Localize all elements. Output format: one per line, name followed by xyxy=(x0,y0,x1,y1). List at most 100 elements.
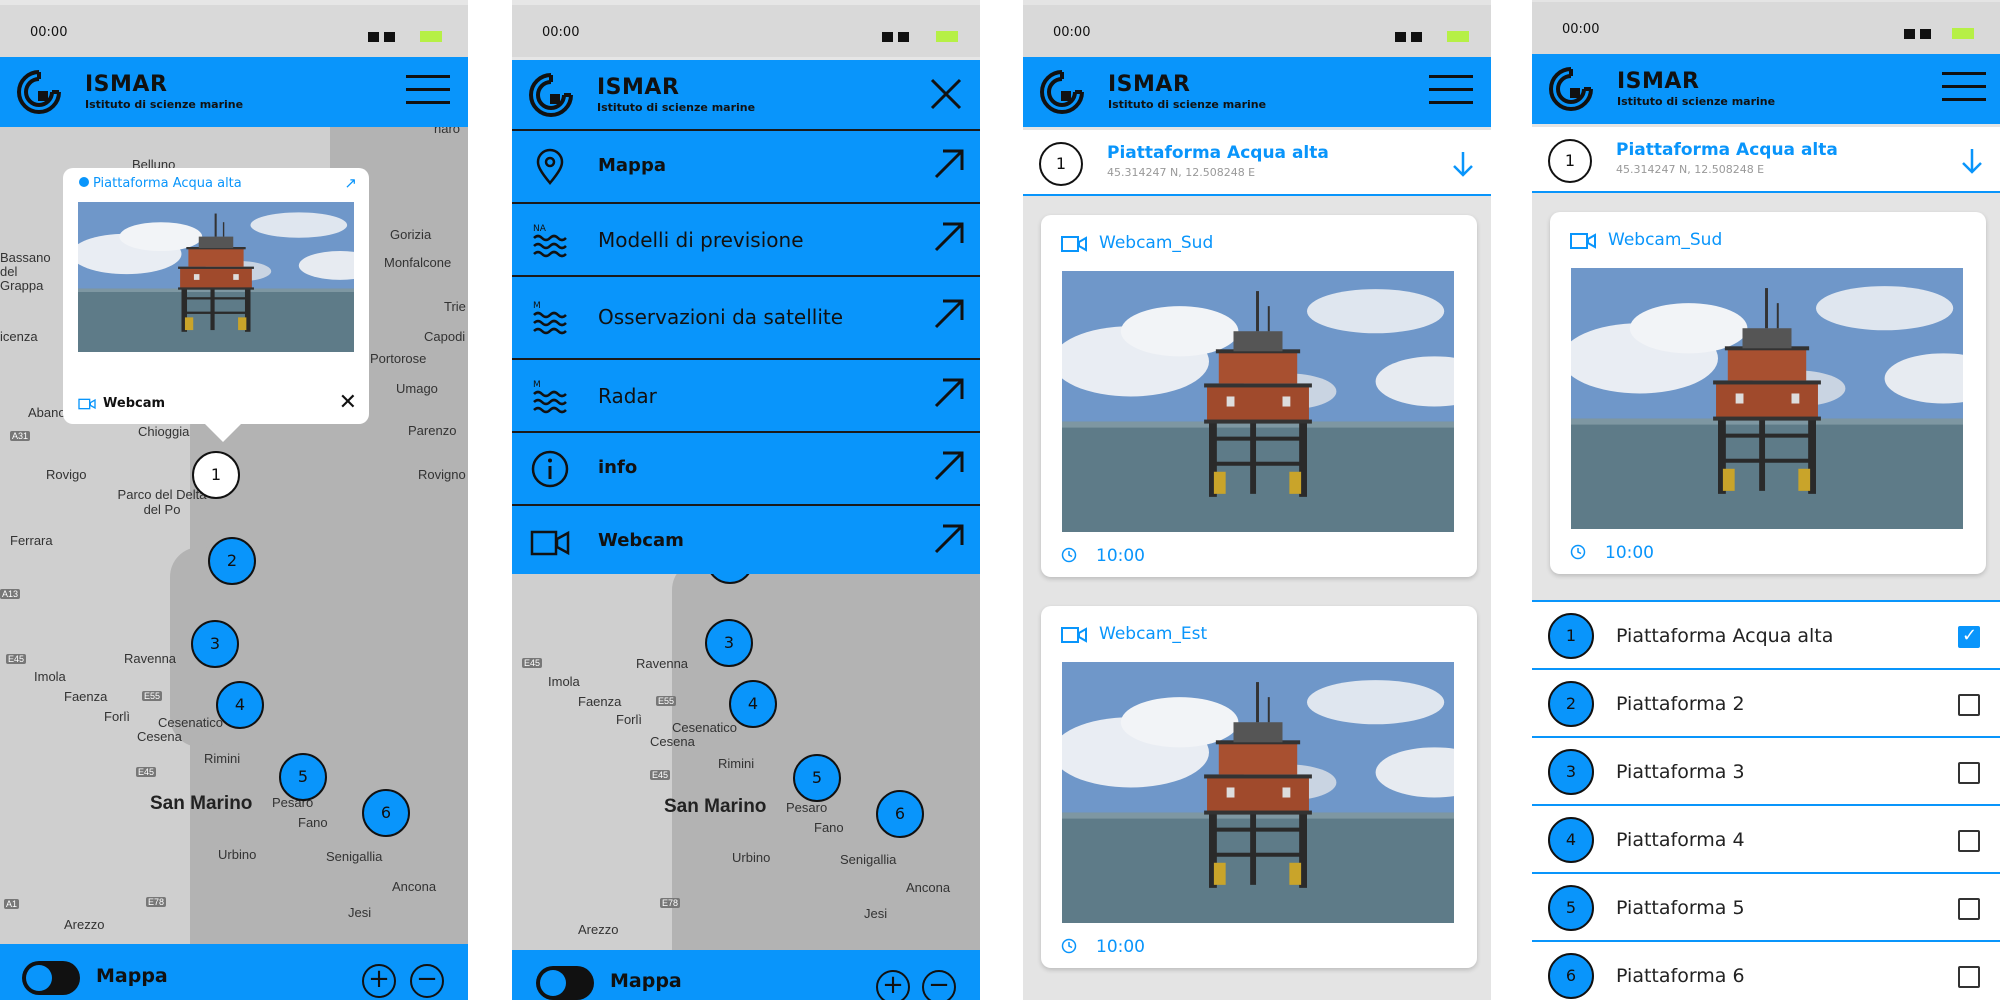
station-marker[interactable]: 6 xyxy=(362,789,410,837)
arrow-up-right-icon xyxy=(932,220,966,254)
webcam-image[interactable] xyxy=(1062,271,1454,532)
signal-icon xyxy=(1904,29,1915,39)
hamburger-menu-icon[interactable] xyxy=(1429,73,1473,107)
road-label: E45 xyxy=(136,767,157,777)
app-name: ISMAR xyxy=(1617,69,1700,94)
zoom-in-button[interactable]: + xyxy=(876,970,910,1000)
station-marker[interactable]: 5 xyxy=(793,754,841,802)
station-header[interactable]: 1 Piattaforma Acqua alta 45.314247 N, 12… xyxy=(1023,130,1491,196)
webcam-image[interactable] xyxy=(1571,268,1963,529)
station-header[interactable]: 1 Piattaforma Acqua alta 45.314247 N, 12… xyxy=(1532,127,2000,193)
svg-text:NA: NA xyxy=(533,224,547,234)
webcam-card[interactable]: Webcam_Est 10:00 xyxy=(1041,606,1477,968)
menu-item-mappa[interactable]: Mappa xyxy=(512,129,980,202)
map-label: Ravenna xyxy=(636,656,689,671)
signal-icon xyxy=(882,32,893,42)
platform-checkbox[interactable] xyxy=(1958,830,1980,852)
webcam-image[interactable] xyxy=(1062,662,1454,923)
road-label: E45 xyxy=(6,654,27,664)
platform-name: Piattaforma 2 xyxy=(1616,693,1745,715)
app-name: ISMAR xyxy=(1108,72,1191,97)
menu-item-radar[interactable]: M Radar xyxy=(512,358,980,431)
platform-number: 6 xyxy=(1548,953,1594,999)
map-label: naro xyxy=(434,127,461,136)
menu-item-webcam[interactable]: Webcam xyxy=(512,504,980,574)
map-view[interactable]: Ravenna Imola Faenza Forlì Cesena Cesena… xyxy=(512,560,980,950)
zoom-out-button[interactable]: − xyxy=(410,964,444,998)
platform-checkbox[interactable] xyxy=(1958,966,1980,988)
map-label: Fano xyxy=(814,820,844,835)
arrow-down-icon[interactable] xyxy=(1451,150,1475,178)
dot-icon xyxy=(79,177,89,187)
station-marker[interactable]: 1 xyxy=(192,451,240,499)
close-icon[interactable]: ✕ xyxy=(339,390,357,415)
station-marker[interactable]: 3 xyxy=(191,620,239,668)
map-label: Forlì xyxy=(104,709,130,724)
map-label: Arezzo xyxy=(578,922,619,937)
menu-item-info[interactable]: info xyxy=(512,431,980,504)
arrow-down-icon[interactable] xyxy=(1960,147,1984,175)
station-marker[interactable]: 6 xyxy=(876,790,924,838)
info-icon xyxy=(531,450,569,488)
webcam-card[interactable]: Webcam_Sud 10:00 xyxy=(1550,212,1986,574)
station-marker[interactable]: 4 xyxy=(216,681,264,729)
map-label: Portorose xyxy=(370,351,427,366)
map-toggle[interactable] xyxy=(22,961,80,995)
zoom-in-button[interactable]: + xyxy=(362,964,396,998)
map-label: Parco del Delta del Po xyxy=(117,487,207,517)
signal-icon xyxy=(1920,29,1931,39)
hamburger-menu-icon[interactable] xyxy=(1942,70,1986,104)
platform-name: Piattaforma 5 xyxy=(1616,897,1745,919)
platform-checkbox[interactable] xyxy=(1958,625,1980,648)
close-icon[interactable] xyxy=(928,76,964,112)
platform-checkbox[interactable] xyxy=(1958,694,1980,716)
platform-checkbox[interactable] xyxy=(1958,762,1980,784)
list-item[interactable]: 4 Piattaforma 4 xyxy=(1532,806,2000,874)
signal-icon xyxy=(898,32,909,42)
hamburger-menu-icon[interactable] xyxy=(406,73,450,107)
station-marker[interactable]: 5 xyxy=(279,753,327,801)
map-label: Urbino xyxy=(218,847,257,862)
list-item[interactable]: 2 Piattaforma 2 xyxy=(1532,670,2000,738)
map-label: Rovigo xyxy=(46,467,87,482)
map-label: Jesi xyxy=(864,906,888,921)
waves-m-icon: M xyxy=(530,301,570,337)
external-link-icon[interactable]: ↗ xyxy=(344,174,357,192)
map-label: San Marino xyxy=(150,793,253,814)
app-subtitle: Istituto di scienze marine xyxy=(85,98,244,111)
menu-item-label: Webcam xyxy=(598,530,684,551)
map-label: Capodi xyxy=(424,329,466,344)
signal-icon xyxy=(1411,32,1422,42)
webcam-thumbnail[interactable] xyxy=(78,202,354,352)
signal-icon xyxy=(384,32,395,42)
map-label: Umago xyxy=(396,381,438,396)
station-name: Piattaforma Acqua alta xyxy=(1107,143,1329,163)
webcam-card[interactable]: Webcam_Sud 10:00 xyxy=(1041,215,1477,577)
clock-icon xyxy=(1570,544,1586,560)
map-toggle[interactable] xyxy=(536,966,594,1000)
waves-m-icon: M xyxy=(530,380,570,416)
station-marker[interactable]: 2 xyxy=(208,537,256,585)
webcam-time: 10:00 xyxy=(1096,937,1145,957)
station-marker[interactable]: 4 xyxy=(729,680,777,728)
map-label: Senigallia xyxy=(326,849,383,864)
bottom-bar: Mappa + − xyxy=(512,950,980,1000)
map-label: Monfalcone xyxy=(384,255,452,270)
list-item[interactable]: 1 Piattaforma Acqua alta xyxy=(1532,602,2000,670)
road-label: E78 xyxy=(146,897,167,907)
menu-item-satellite[interactable]: M Osservazioni da satellite xyxy=(512,275,980,358)
map-label: Arezzo xyxy=(64,917,105,932)
menu-item-label: Radar xyxy=(598,384,657,408)
map-label: Faenza xyxy=(64,689,108,704)
road-label: E45 xyxy=(650,770,671,780)
platform-checkbox[interactable] xyxy=(1958,898,1980,920)
list-item[interactable]: 5 Piattaforma 5 xyxy=(1532,874,2000,942)
list-item[interactable]: 3 Piattaforma 3 xyxy=(1532,738,2000,806)
menu-item-modelli[interactable]: NA Modelli di previsione xyxy=(512,202,980,275)
zoom-out-button[interactable]: − xyxy=(922,970,956,1000)
popup-title: Piattaforma Acqua alta xyxy=(93,176,242,191)
app-header: ISMAR Istituto di scienze marine xyxy=(1023,57,1491,127)
station-marker[interactable]: 3 xyxy=(705,619,753,667)
app-header: ISMAR Istituto di scienze marine xyxy=(0,57,468,127)
list-item[interactable]: 6 Piattaforma 6 xyxy=(1532,942,2000,1000)
